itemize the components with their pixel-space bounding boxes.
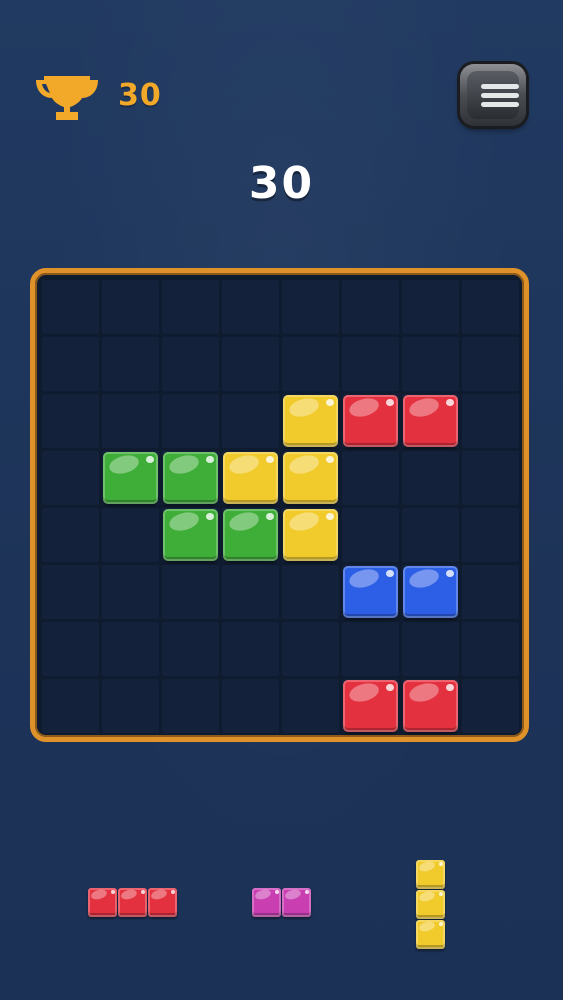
board-cell[interactable] [462,508,519,562]
tray-block-yellow [416,890,445,919]
block-yellow [283,395,338,447]
board-cell[interactable] [162,679,219,733]
trophy-icon [34,70,100,124]
board-cell[interactable] [402,280,459,334]
block-green [163,509,218,561]
board-cell[interactable] [282,565,339,619]
board-cell[interactable] [222,280,279,334]
board-cell[interactable] [462,451,519,505]
block-red [343,680,398,732]
board-cell[interactable] [222,679,279,733]
board-cell[interactable] [342,508,399,562]
block-yellow [223,452,278,504]
board-cell[interactable] [222,394,279,448]
board-cell[interactable] [282,622,339,676]
block-red [403,680,458,732]
board-cell[interactable] [462,622,519,676]
menu-icon-bar [481,84,519,89]
board-cell[interactable] [102,679,159,733]
board-cell[interactable] [42,280,99,334]
block-yellow [283,509,338,561]
tray-block-magenta [252,888,281,917]
board-cell[interactable] [42,394,99,448]
menu-icon-bar [481,93,519,98]
board-cell[interactable] [42,565,99,619]
board-cell[interactable] [102,565,159,619]
board-cell[interactable] [462,679,519,733]
current-score: 30 [248,158,315,209]
tray-block-yellow [416,860,445,889]
board-cell[interactable] [162,565,219,619]
board-cell[interactable] [42,622,99,676]
board-cell[interactable] [42,679,99,733]
board-cell[interactable] [342,451,399,505]
board-cell[interactable] [42,451,99,505]
block-yellow [283,452,338,504]
board-cell[interactable] [402,508,459,562]
block-green [223,509,278,561]
tray-block-yellow [416,920,445,949]
board-cell[interactable] [162,337,219,391]
block-blue [343,566,398,618]
board-cell[interactable] [462,337,519,391]
board-cell[interactable] [342,337,399,391]
board-cell[interactable] [222,622,279,676]
best-score: 30 [118,78,162,113]
board-cell[interactable] [102,394,159,448]
menu-icon-bar [481,102,519,107]
tray-block-magenta [282,888,311,917]
block-blue [403,566,458,618]
board-cell[interactable] [42,508,99,562]
board-cell[interactable] [402,622,459,676]
block-green [103,452,158,504]
board-cell[interactable] [222,337,279,391]
board-cell[interactable] [402,337,459,391]
board-cell[interactable] [162,394,219,448]
menu-button[interactable] [460,64,526,126]
tray-block-red [118,888,147,917]
board-cell[interactable] [462,280,519,334]
board-cell[interactable] [102,508,159,562]
block-red [343,395,398,447]
game-board[interactable] [30,268,529,742]
board-cell[interactable] [462,565,519,619]
board-cell[interactable] [342,622,399,676]
board-cell[interactable] [282,679,339,733]
board-cell[interactable] [162,622,219,676]
block-red [403,395,458,447]
board-cell[interactable] [342,280,399,334]
board-cell[interactable] [222,565,279,619]
tray-block-red [88,888,117,917]
board-cell[interactable] [162,280,219,334]
board-cell[interactable] [42,337,99,391]
board-cell[interactable] [102,280,159,334]
menu-icon [467,71,519,119]
board-cell[interactable] [462,394,519,448]
board-cell[interactable] [282,280,339,334]
board-cell[interactable] [282,337,339,391]
block-green [163,452,218,504]
board-cell[interactable] [102,622,159,676]
board-cell[interactable] [102,337,159,391]
tray-block-red [148,888,177,917]
board-cell[interactable] [402,451,459,505]
